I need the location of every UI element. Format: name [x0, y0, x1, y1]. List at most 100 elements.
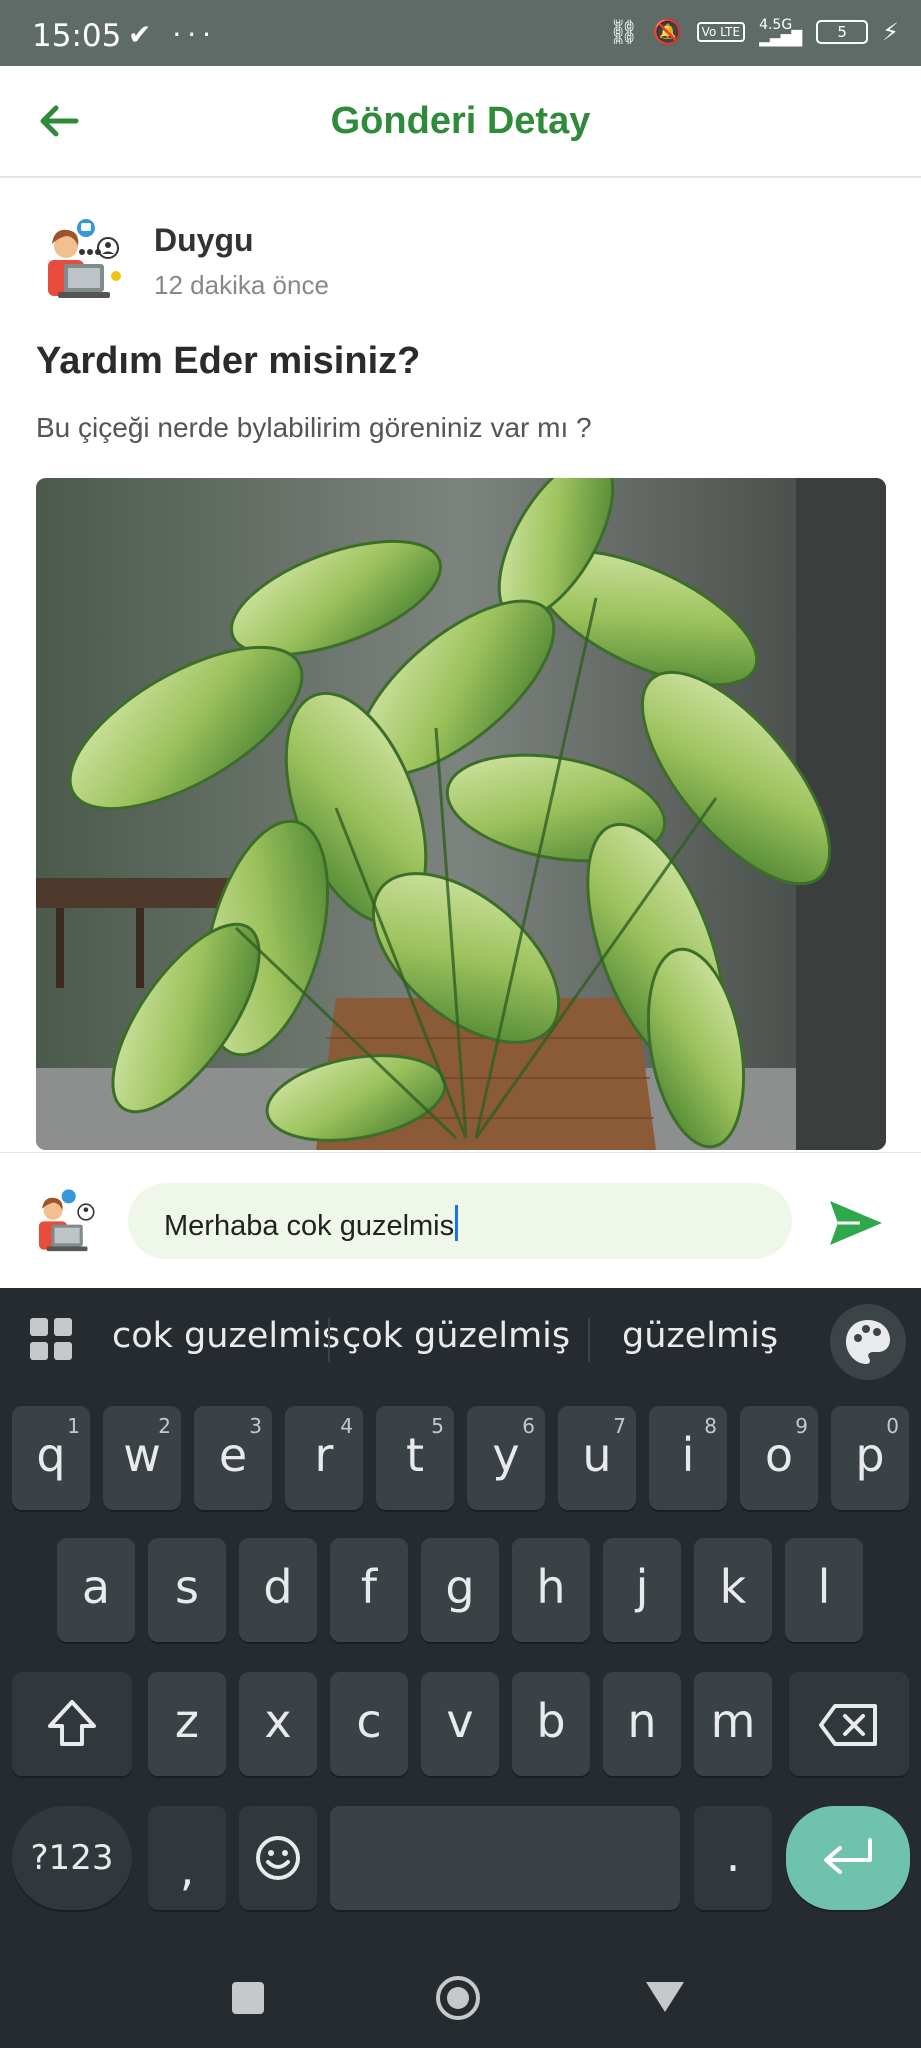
- user-avatar-icon: [48, 219, 121, 298]
- key-label: j: [635, 1560, 649, 1614]
- post-body: Bu çiçeği nerde bylabilirim göreniniz va…: [36, 412, 592, 443]
- key-label: i: [681, 1428, 695, 1482]
- key-label: c: [356, 1694, 382, 1748]
- avatar: [28, 1187, 100, 1259]
- key-label: t: [405, 1428, 425, 1482]
- key-c[interactable]: c: [330, 1672, 408, 1776]
- navigation-bar: [0, 1948, 921, 2048]
- key-z[interactable]: z: [148, 1672, 226, 1776]
- volte-badge: Vo LTE: [696, 22, 746, 42]
- avatar[interactable]: [34, 216, 126, 308]
- key-label: w: [123, 1428, 161, 1482]
- key-t[interactable]: 5t: [376, 1406, 454, 1510]
- post-title: Yardım Eder misiniz?: [36, 340, 421, 382]
- key-label: s: [175, 1560, 199, 1614]
- suggestion-2[interactable]: çok güzelmiş: [342, 1316, 570, 1356]
- send-button[interactable]: [826, 1197, 886, 1249]
- key-label: d: [263, 1560, 293, 1614]
- square-icon: [232, 1982, 264, 2014]
- key-label: m: [710, 1694, 756, 1748]
- shift-key[interactable]: [12, 1672, 132, 1776]
- suggestion-1[interactable]: cok guzelmis: [112, 1316, 340, 1356]
- palette-icon: [846, 1320, 890, 1364]
- comma-key[interactable]: ,: [148, 1806, 226, 1910]
- signal-icon: 4.5G ▂▄▆█: [759, 17, 803, 47]
- key-l[interactable]: l: [785, 1538, 863, 1642]
- key-y[interactable]: 6y: [467, 1406, 545, 1510]
- enter-key[interactable]: [786, 1806, 910, 1910]
- home-circle-icon: [436, 1976, 480, 2020]
- suggestion-divider: [588, 1318, 590, 1362]
- suggestion-strip: cok guzelmis çok güzelmiş güzelmiş: [0, 1288, 921, 1388]
- user-avatar-icon: [38, 1189, 95, 1252]
- key-label: y: [492, 1428, 520, 1482]
- period-key[interactable]: .: [694, 1806, 772, 1910]
- status-right-icons: ⛓ 🔕 Vo LTE 4.5G ▂▄▆█ 5 ⚡: [608, 18, 899, 46]
- key-o[interactable]: 9o: [740, 1406, 818, 1510]
- status-bar: 15:05 ✔ ··· ⛓ 🔕 Vo LTE 4.5G ▂▄▆█ 5 ⚡: [0, 0, 921, 66]
- key-p[interactable]: 0p: [831, 1406, 909, 1510]
- key-label: l: [817, 1560, 831, 1614]
- post-timestamp: 12 dakika önce: [154, 270, 329, 300]
- key-a[interactable]: a: [57, 1538, 135, 1642]
- home-button[interactable]: [434, 1974, 482, 2022]
- key-d[interactable]: d: [239, 1538, 317, 1642]
- key-b[interactable]: b: [512, 1672, 590, 1776]
- comment-text: Merhaba cok guzelmis: [164, 1210, 455, 1242]
- key-k[interactable]: k: [694, 1538, 772, 1642]
- enter-icon: [824, 1838, 872, 1874]
- notification-icons: ✔ ···: [128, 18, 218, 51]
- key-f[interactable]: f: [330, 1538, 408, 1642]
- key-label: ,: [179, 1842, 195, 1896]
- key-label: f: [360, 1560, 378, 1614]
- key-q[interactable]: 1q: [12, 1406, 90, 1510]
- backspace-key[interactable]: [789, 1672, 909, 1776]
- shift-icon: [48, 1700, 96, 1746]
- plant-photo: [36, 478, 886, 1150]
- app-bar: Gönderi Detay: [0, 66, 921, 178]
- theme-palette-button[interactable]: [830, 1304, 906, 1380]
- suggestion-divider: [328, 1318, 330, 1362]
- key-label: o: [764, 1428, 794, 1482]
- send-icon: [830, 1201, 882, 1245]
- text-cursor: [455, 1205, 459, 1241]
- key-n[interactable]: n: [603, 1672, 681, 1776]
- key-i[interactable]: 8i: [649, 1406, 727, 1510]
- key-label: g: [445, 1560, 475, 1614]
- space-key[interactable]: [330, 1806, 680, 1910]
- key-label: ?123: [30, 1838, 114, 1878]
- key-label: n: [627, 1694, 657, 1748]
- key-r[interactable]: 4r: [285, 1406, 363, 1510]
- key-label: a: [81, 1560, 111, 1614]
- emoji-key[interactable]: [239, 1806, 317, 1910]
- comment-bar: Merhaba cok guzelmis: [0, 1152, 921, 1289]
- key-label: x: [264, 1694, 292, 1748]
- key-label: .: [725, 1828, 741, 1882]
- post-image[interactable]: [36, 478, 886, 1150]
- comment-input[interactable]: Merhaba cok guzelmis: [128, 1183, 792, 1259]
- charging-icon: ⚡: [882, 18, 899, 46]
- suggestion-3[interactable]: güzelmiş: [622, 1316, 778, 1356]
- key-label: e: [218, 1428, 248, 1482]
- emoji-icon: [256, 1836, 300, 1880]
- key-v[interactable]: v: [421, 1672, 499, 1776]
- key-j[interactable]: j: [603, 1538, 681, 1642]
- author-name[interactable]: Duygu: [154, 222, 254, 259]
- mute-icon: 🔕: [652, 18, 683, 46]
- key-label: p: [855, 1428, 885, 1482]
- key-u[interactable]: 7u: [558, 1406, 636, 1510]
- battery-icon: 5: [816, 20, 869, 44]
- back-nav-button[interactable]: [644, 1978, 686, 2016]
- key-x[interactable]: x: [239, 1672, 317, 1776]
- symbols-key[interactable]: ?123: [12, 1806, 132, 1910]
- status-time: 15:05: [32, 18, 122, 54]
- key-m[interactable]: m: [694, 1672, 772, 1776]
- key-label: z: [174, 1694, 200, 1748]
- apps-grid-icon[interactable]: [30, 1318, 72, 1360]
- key-h[interactable]: h: [512, 1538, 590, 1642]
- key-e[interactable]: 3e: [194, 1406, 272, 1510]
- key-w[interactable]: 2w: [103, 1406, 181, 1510]
- recents-button[interactable]: [230, 1980, 266, 2016]
- key-s[interactable]: s: [148, 1538, 226, 1642]
- key-g[interactable]: g: [421, 1538, 499, 1642]
